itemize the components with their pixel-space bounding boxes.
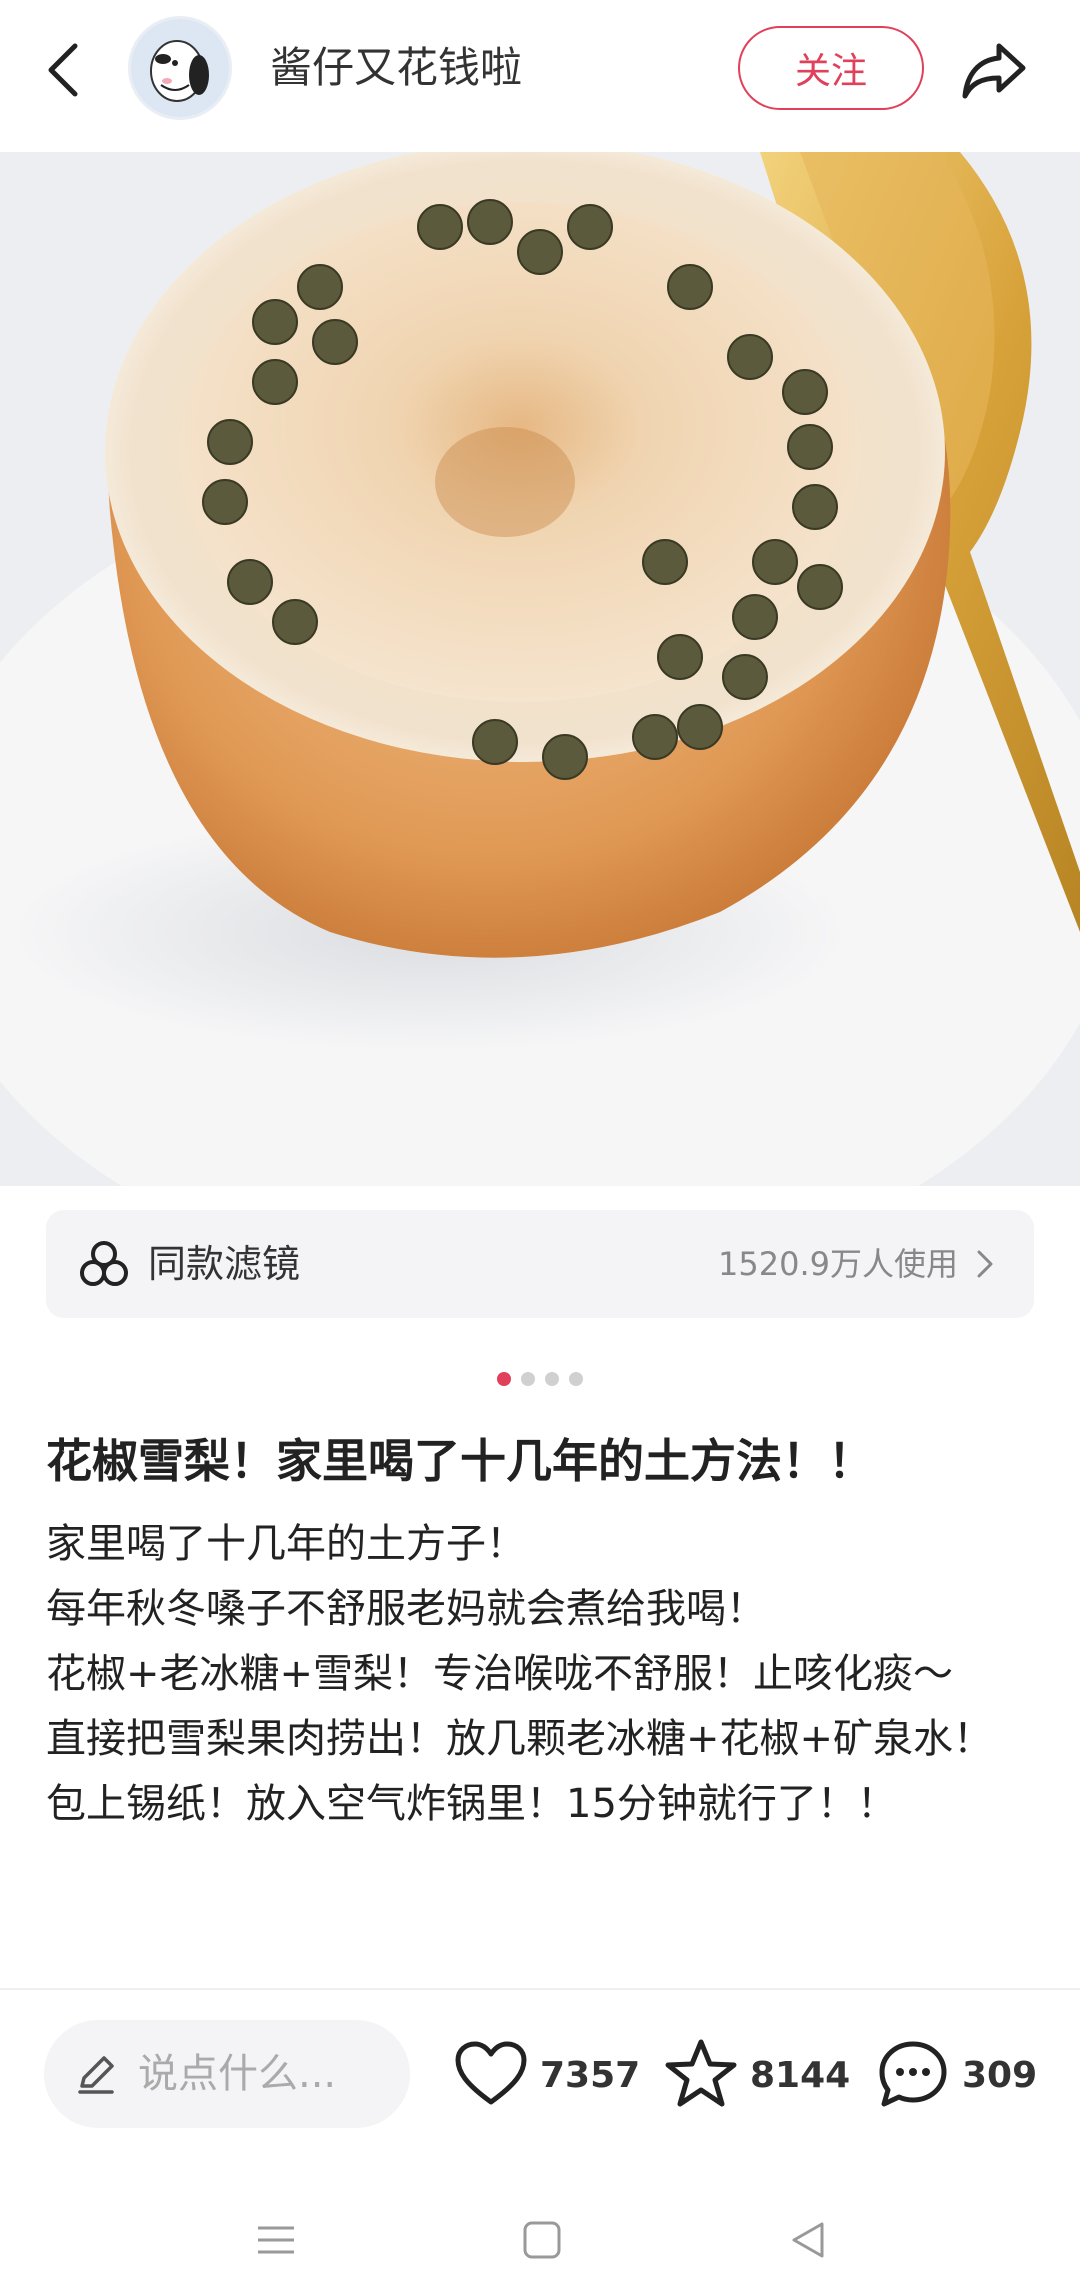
like-count: 7357 [540, 2054, 641, 2096]
comment-count: 309 [962, 2054, 1038, 2096]
pager-dot [521, 1372, 535, 1386]
post-body: 家里喝了十几年的土方子！ 每年秋冬嗓子不舒服老妈就会煮给我喝！ 花椒+老冰糖+雪… [46, 1512, 1036, 1837]
star-icon [665, 2039, 737, 2107]
menu-lines-icon [258, 2226, 294, 2254]
same-filter-bar[interactable]: 同款滤镜 1520.9万人使用 [46, 1210, 1034, 1318]
chevron-left-icon [48, 43, 78, 97]
post-image[interactable] [0, 152, 1080, 1186]
post-title: 花椒雪梨！家里喝了十几年的土方法！！ [46, 1434, 874, 1488]
chat-bubble-icon [879, 2041, 947, 2107]
post-body-line: 包上锡纸！放入空气炸锅里！15分钟就行了！！ [46, 1781, 897, 1827]
collect-button[interactable]: 8144 [662, 2030, 850, 2120]
filter-circles-icon [80, 1241, 128, 1286]
back-nav-button[interactable] [778, 2210, 838, 2270]
collect-count: 8144 [750, 2054, 851, 2096]
filter-usage-count: 1520.9万人使用 [718, 1245, 958, 1283]
filter-label: 同款滤镜 [148, 1242, 301, 1286]
post-body-line: 家里喝了十几年的土方子！ [46, 1521, 526, 1567]
triangle-back-icon [792, 2222, 824, 2258]
divider [0, 1988, 1080, 1990]
comment-input[interactable]: 说点什么... [44, 2020, 410, 2128]
pager-dot [545, 1372, 559, 1386]
author-avatar[interactable] [128, 16, 232, 120]
post-body-line: 花椒+老冰糖+雪梨！专治喉咙不舒服！止咳化痰～ [46, 1651, 954, 1697]
author-name[interactable]: 酱仔又花钱啦 [270, 36, 522, 100]
post-body-line: 直接把雪梨果肉捞出！放几颗老冰糖+花椒+矿泉水！ [46, 1716, 994, 1762]
image-pager-dots [0, 1372, 1080, 1388]
menu-nav-button[interactable] [246, 2210, 306, 2270]
back-button[interactable] [28, 30, 98, 110]
system-navigation-bar [0, 2180, 1080, 2290]
pager-dot-active [497, 1372, 511, 1386]
snoopy-avatar-icon [131, 19, 229, 117]
follow-button[interactable]: 关注 [738, 26, 924, 110]
pear-with-peppercorns-image [0, 152, 1080, 1186]
square-home-icon [523, 2221, 561, 2259]
share-arrow-icon [962, 43, 1026, 99]
home-nav-button[interactable] [512, 2210, 572, 2270]
heart-icon [455, 2041, 527, 2105]
top-bar: 酱仔又花钱啦 关注 [0, 0, 1080, 150]
comment-placeholder: 说点什么... [138, 2051, 337, 2097]
post-body-line: 每年秋冬嗓子不舒服老妈就会煮给我喝！ [46, 1586, 766, 1632]
share-button[interactable] [952, 30, 1036, 110]
comment-button[interactable]: 309 [874, 2030, 1037, 2120]
pager-dot [569, 1372, 583, 1386]
pencil-icon [78, 2056, 114, 2094]
chevron-right-icon [977, 1250, 993, 1278]
like-button[interactable]: 7357 [452, 2030, 640, 2120]
